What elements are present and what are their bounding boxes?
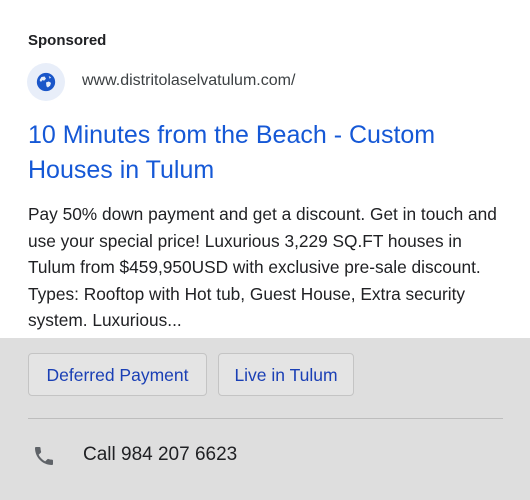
ad-top-section: Sponsored www.distritolaselvatulum.com/ … bbox=[0, 0, 530, 338]
ad-description: Pay 50% down payment and get a discount.… bbox=[28, 201, 502, 334]
call-label: Call 984 207 6623 bbox=[83, 444, 238, 465]
sitelink-live-in-tulum[interactable]: Live in Tulum bbox=[218, 353, 354, 396]
phone-icon bbox=[32, 444, 56, 473]
call-button[interactable]: Call 984 207 6623 bbox=[28, 436, 503, 476]
globe-icon bbox=[27, 63, 65, 101]
sitelink-deferred-payment[interactable]: Deferred Payment bbox=[28, 353, 207, 396]
ad-headline-link[interactable]: 10 Minutes from the Beach - Custom House… bbox=[28, 118, 508, 188]
display-url[interactable]: www.distritolaselvatulum.com/ bbox=[82, 72, 295, 90]
ad-card: Sponsored www.distritolaselvatulum.com/ … bbox=[0, 0, 530, 500]
divider bbox=[28, 418, 503, 419]
ad-description-text: Pay 50% down payment and get a discount.… bbox=[28, 204, 497, 330]
sponsored-label: Sponsored bbox=[28, 32, 107, 49]
